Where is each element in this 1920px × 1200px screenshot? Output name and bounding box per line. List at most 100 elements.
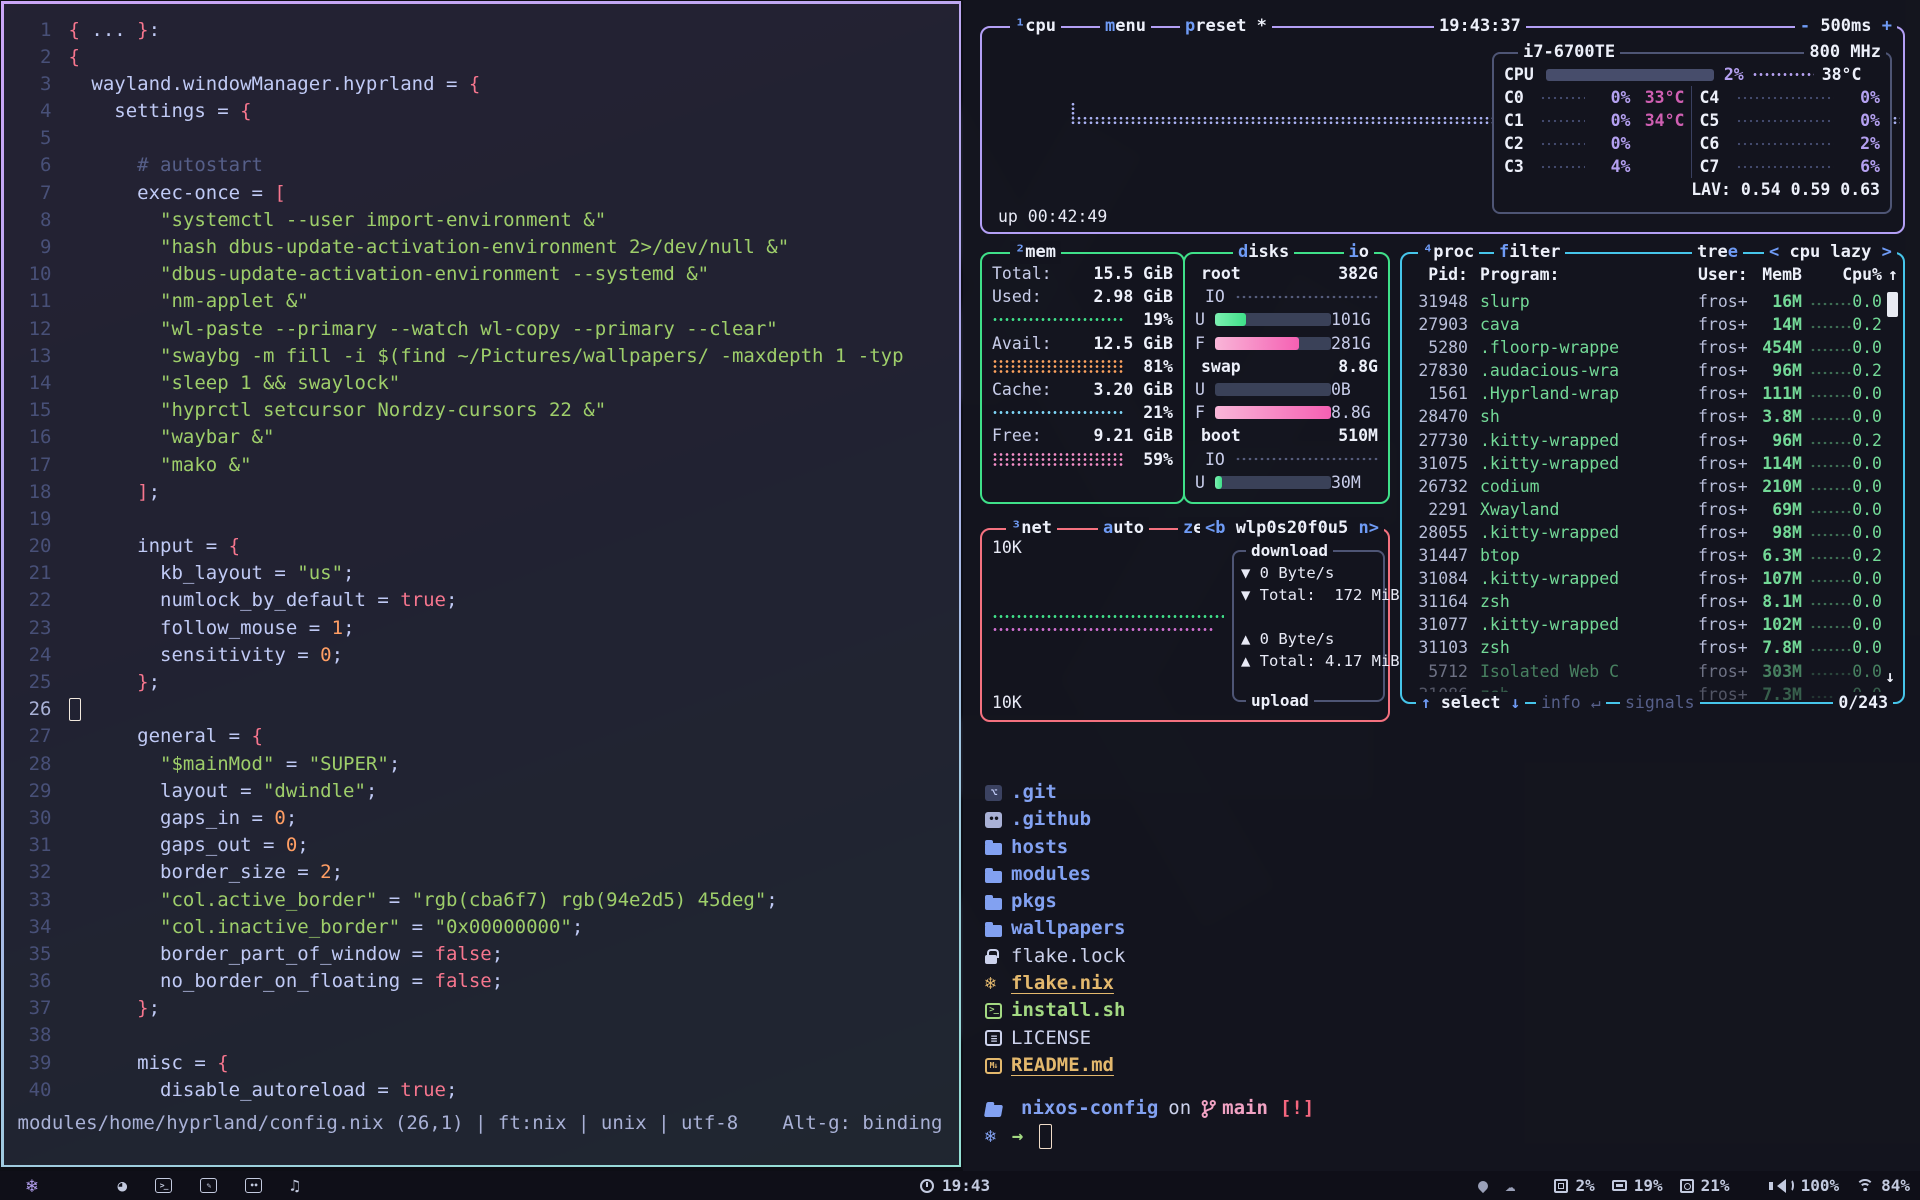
refresh-interval-control[interactable]: - 500ms + xyxy=(1795,15,1897,38)
process-row[interactable]: 2291Xwaylandfros+69M0.0 xyxy=(1402,498,1903,521)
editor-line[interactable]: 21 kb_layout = "us"; xyxy=(4,560,959,587)
process-row[interactable]: 5712Isolated Web Cfros+303M0.0 xyxy=(1402,660,1903,683)
discord-app-icon[interactable]: •• xyxy=(245,1178,262,1193)
terminal-window[interactable]: ⌥.git••.githubhostsmodulespkgswallpapers… xyxy=(963,747,1920,1171)
editor-line[interactable]: 34 "col.inactive_border" = "0x00000000"; xyxy=(4,914,959,941)
editor-line[interactable]: 14 "sleep 1 && swaylock" xyxy=(4,370,959,397)
nixos-menu-icon[interactable]: ❄ xyxy=(26,1175,37,1197)
editor-line[interactable]: 39 misc = { xyxy=(4,1050,959,1077)
info-control[interactable]: info ↵ xyxy=(1536,692,1606,714)
editor-line[interactable]: 38 xyxy=(4,1022,959,1049)
editor-line[interactable]: 35 border_part_of_window = false; xyxy=(4,941,959,968)
editor-line[interactable]: 22 numlock_by_default = true; xyxy=(4,587,959,614)
preset-button[interactable]: preset * xyxy=(1180,15,1272,38)
editor-line[interactable]: 2{ xyxy=(4,44,959,71)
editor-line[interactable]: 31 gaps_out = 0; xyxy=(4,832,959,859)
editor-line[interactable]: 10 "dbus-update-activation-environment -… xyxy=(4,261,959,288)
editor-line[interactable]: 18 ]; xyxy=(4,479,959,506)
process-row[interactable]: 27830.audacious-wrafros+96M0.2 xyxy=(1402,359,1903,382)
terminal-cursor[interactable] xyxy=(1039,1124,1052,1149)
editor-line[interactable]: 37 }; xyxy=(4,995,959,1022)
process-row[interactable]: 27903cavafros+14M0.2 xyxy=(1402,313,1903,336)
editor-line[interactable]: 1{ ... }: xyxy=(4,17,959,44)
editor-line[interactable]: 32 border_size = 2; xyxy=(4,859,959,886)
process-row[interactable]: 28055.kitty-wrappedfros+98M0.0 xyxy=(1402,521,1903,544)
editor-line[interactable]: 15 "hyprctl setcursor Nordzy-cursors 22 … xyxy=(4,397,959,424)
process-row[interactable]: 31075.kitty-wrappedfros+114M0.0 xyxy=(1402,452,1903,475)
tray-memory[interactable]: 19% xyxy=(1612,1176,1663,1195)
memory-panel-title[interactable]: ²mem xyxy=(1010,241,1061,264)
tray-wifi[interactable]: 84% xyxy=(1856,1176,1910,1195)
editor-line[interactable]: 30 gaps_in = 0; xyxy=(4,805,959,832)
editor-line[interactable]: 17 "mako &" xyxy=(4,452,959,479)
disks-panel-title[interactable]: disks xyxy=(1233,241,1294,264)
editor-line[interactable]: 26 xyxy=(4,696,959,723)
header-pid[interactable]: Pid: xyxy=(1410,263,1468,286)
editor-line[interactable]: 7 exec-once = [ xyxy=(4,180,959,207)
btop-window[interactable]: ¹cpu menu preset * 19:43:37 - 500ms + up… xyxy=(963,0,1920,747)
editor-line[interactable]: 23 follow_mouse = 1; xyxy=(4,615,959,642)
editor-line[interactable]: 11 "nm-applet &" xyxy=(4,288,959,315)
editor-line[interactable]: 5 xyxy=(4,125,959,152)
editor-line[interactable]: 19 xyxy=(4,506,959,533)
select-control[interactable]: ↑ select ↓ xyxy=(1416,692,1525,714)
editor-line[interactable]: 24 sensitivity = 0; xyxy=(4,642,959,669)
editor-line[interactable]: 33 "col.active_border" = "rgb(cba6f7) rg… xyxy=(4,887,959,914)
editor-line[interactable]: 8 "systemctl --user import-environment &… xyxy=(4,207,959,234)
editor-line[interactable]: 29 layout = "dwindle"; xyxy=(4,778,959,805)
editor-line[interactable]: 3 wayland.windowManager.hyprland = { xyxy=(4,71,959,98)
process-row[interactable]: 31164zshfros+8.1M0.0 xyxy=(1402,590,1903,613)
cpu-panel-title[interactable]: ¹cpu xyxy=(1010,15,1061,38)
process-panel-title[interactable]: ⁴proc xyxy=(1418,241,1479,264)
editor-line[interactable]: 16 "waybar &" xyxy=(4,424,959,451)
process-table-header[interactable]: Pid: Program: User: MemB Cpu% ↑ xyxy=(1402,263,1903,286)
filter-button[interactable]: filter xyxy=(1494,241,1565,264)
terminal-app-icon[interactable]: >_ xyxy=(155,1178,172,1193)
location-pin-icon[interactable] xyxy=(1476,1178,1490,1192)
process-row[interactable]: 1561.Hyprland-wrapfros+111M0.0 xyxy=(1402,382,1903,405)
disks-io-toggle[interactable]: io xyxy=(1344,241,1375,264)
process-row[interactable]: 31077.kitty-wrappedfros+102M0.0 xyxy=(1402,613,1903,636)
editor-line[interactable]: 40 disable_autoreload = true; xyxy=(4,1077,959,1104)
process-row[interactable]: 31103zshfros+7.8M0.0 xyxy=(1402,636,1903,659)
net-interface-switch[interactable]: <b wlp0s20f0u5 n> xyxy=(1200,517,1384,540)
editor-line[interactable]: 9 "hash dbus-update-activation-environme… xyxy=(4,234,959,261)
editor-surface[interactable]: 1{ ... }:2{3 wayland.windowManager.hyprl… xyxy=(4,4,959,1165)
net-auto-toggle[interactable]: auto xyxy=(1098,517,1149,540)
header-memory[interactable]: MemB xyxy=(1732,263,1802,286)
editor-line[interactable]: 27 general = { xyxy=(4,723,959,750)
header-cpu[interactable]: Cpu% xyxy=(1814,263,1882,286)
header-program[interactable]: Program: xyxy=(1480,263,1559,286)
signals-control[interactable]: signals xyxy=(1620,692,1700,714)
music-app-icon[interactable]: ♫ xyxy=(290,1176,300,1195)
notes-app-icon[interactable]: ✎ xyxy=(200,1178,217,1193)
menu-button[interactable]: menu xyxy=(1100,15,1151,38)
sort-selector[interactable]: < cpu lazy > xyxy=(1764,241,1897,264)
shell-input-line[interactable]: ❄ → xyxy=(985,1123,1920,1150)
editor-line[interactable]: 4 settings = { xyxy=(4,98,959,125)
editor-window[interactable]: 1{ ... }:2{3 wayland.windowManager.hyprl… xyxy=(1,1,961,1167)
process-row[interactable]: 26732codiumfros+210M0.0 xyxy=(1402,475,1903,498)
editor-line[interactable]: 36 no_border_on_floating = false; xyxy=(4,968,959,995)
tree-toggle[interactable]: tree xyxy=(1692,241,1743,264)
editor-line[interactable]: 20 input = { xyxy=(4,533,959,560)
firefox-icon[interactable]: ◕ xyxy=(117,1176,127,1195)
process-row[interactable]: 31447btopfros+6.3M0.2 xyxy=(1402,544,1903,567)
tray-disk[interactable]: 21% xyxy=(1680,1176,1730,1195)
process-row[interactable]: 31084.kitty-wrappedfros+107M0.0 xyxy=(1402,567,1903,590)
tray-volume[interactable]: 100% xyxy=(1769,1176,1840,1195)
editor-line[interactable]: 13 "swaybg -m fill -i $(find ~/Pictures/… xyxy=(4,343,959,370)
editor-line[interactable]: 6 # autostart xyxy=(4,152,959,179)
process-scrollbar-thumb[interactable] xyxy=(1887,292,1898,317)
tray-cpu[interactable]: 2% xyxy=(1554,1176,1594,1195)
process-row[interactable]: 31948slurpfros+16M0.0 xyxy=(1402,290,1903,313)
cloud-icon[interactable]: ☁ xyxy=(1505,1176,1515,1196)
process-row[interactable]: 5280.floorp-wrappefros+454M0.0 xyxy=(1402,336,1903,359)
network-panel-title[interactable]: ³net xyxy=(1006,517,1057,540)
process-row[interactable]: 28470shfros+3.8M0.0 xyxy=(1402,405,1903,428)
taskbar-clock[interactable]: 19:43 xyxy=(920,1176,990,1195)
editor-line[interactable]: 25 }; xyxy=(4,669,959,696)
process-row[interactable]: 27730.kitty-wrappedfros+96M0.2 xyxy=(1402,429,1903,452)
editor-line[interactable]: 28 "$mainMod" = "SUPER"; xyxy=(4,751,959,778)
editor-line[interactable]: 12 "wl-paste --primary --watch wl-copy -… xyxy=(4,316,959,343)
